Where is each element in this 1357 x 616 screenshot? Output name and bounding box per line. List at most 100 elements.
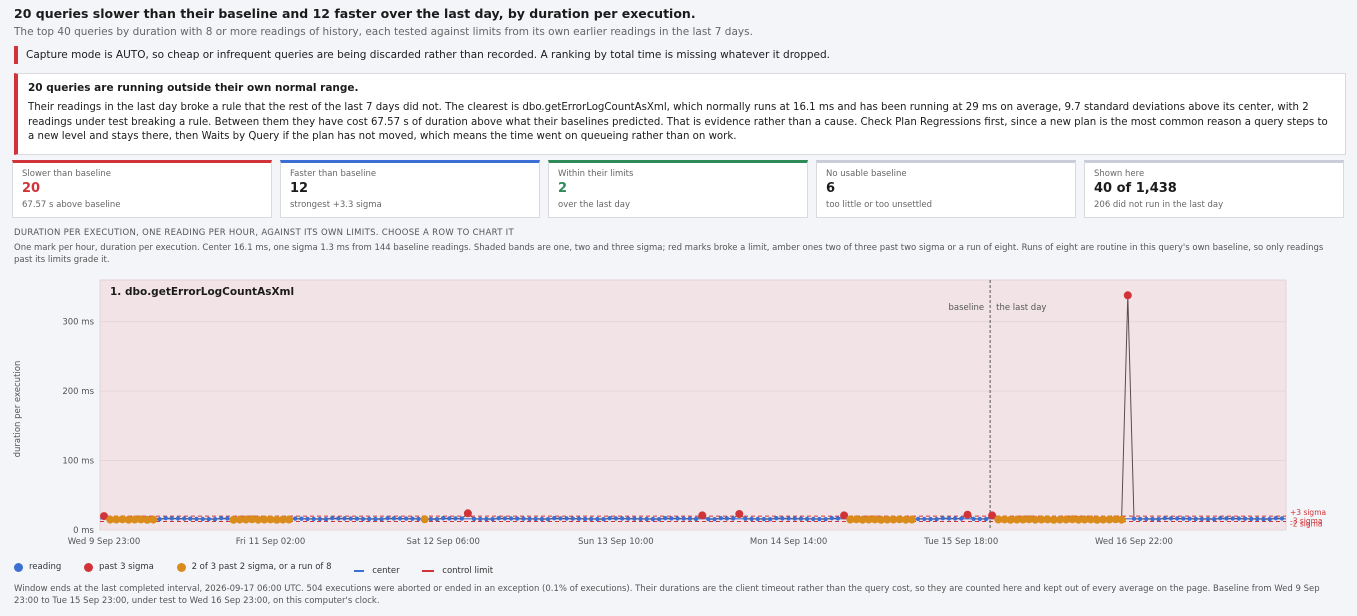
card-value: 12 bbox=[290, 181, 309, 196]
reading-point bbox=[502, 516, 508, 521]
reading-point bbox=[410, 516, 415, 521]
reading-point bbox=[626, 516, 631, 521]
legend-label: reading bbox=[29, 562, 62, 572]
reading-point bbox=[601, 517, 606, 522]
run-point bbox=[149, 515, 158, 524]
reading-point bbox=[570, 516, 575, 521]
card-value: 40 of 1,438 bbox=[1094, 181, 1177, 196]
reading-point bbox=[157, 517, 162, 522]
legend-past3: past 3 sigma bbox=[84, 562, 154, 572]
card-no-baseline[interactable]: No usable baseline 6 too little or too u… bbox=[816, 160, 1076, 218]
reading-point bbox=[718, 516, 723, 521]
reading-point bbox=[367, 516, 372, 522]
x-axis-ticks: Wed 9 Sep 23:00 Fri 11 Sep 02:00 Sat 12 Se… bbox=[68, 537, 1173, 547]
y-tick-label: 300 ms bbox=[62, 318, 94, 328]
card-label: Within their limits bbox=[558, 169, 634, 179]
x-tick-label: Mon 14 Sep 14:00 bbox=[750, 537, 827, 547]
card-within[interactable]: Within their limits 2 over the last day bbox=[548, 160, 808, 218]
reading-point bbox=[175, 516, 181, 521]
reading-point bbox=[552, 516, 557, 521]
card-sub: 206 did not run in the last day bbox=[1094, 200, 1224, 210]
alert-body: Their readings in the last day broke a r… bbox=[28, 102, 1328, 142]
reading-point bbox=[484, 516, 489, 522]
reading-point bbox=[194, 516, 199, 522]
reading-point bbox=[928, 516, 933, 522]
reading-point bbox=[182, 516, 187, 521]
reading-point bbox=[169, 516, 174, 521]
reading-point bbox=[1273, 516, 1279, 521]
card-sub: strongest +3.3 sigma bbox=[290, 200, 382, 210]
y-axis-ticks: 0 ms 100 ms 200 ms 300 ms bbox=[62, 318, 94, 536]
reading-point bbox=[749, 516, 754, 522]
reading-point bbox=[385, 516, 390, 521]
reading-point bbox=[441, 516, 446, 521]
reading-point bbox=[305, 516, 310, 522]
reading-point bbox=[940, 516, 945, 521]
reading-point bbox=[1205, 516, 1211, 522]
card-shown[interactable]: Shown here 40 of 1,438 206 did not run i… bbox=[1084, 160, 1344, 218]
test-label: the last day bbox=[996, 303, 1046, 313]
card-label: Slower than baseline bbox=[22, 169, 111, 179]
reading-point bbox=[323, 517, 329, 522]
card-slower[interactable]: Slower than baseline 20 67.57 s above ba… bbox=[12, 160, 272, 218]
reading-point bbox=[576, 516, 582, 521]
footer-note: Window ends at the last completed interv… bbox=[14, 584, 1320, 606]
reading-point bbox=[730, 516, 736, 521]
reading-point bbox=[1156, 517, 1161, 522]
x-tick-label: Sat 12 Sep 06:00 bbox=[407, 537, 480, 547]
reading-point bbox=[348, 516, 353, 521]
reading-point bbox=[515, 516, 520, 521]
reading-point bbox=[959, 516, 964, 521]
reading-point bbox=[416, 516, 421, 522]
chart-legend: reading past 3 sigma 2 of 3 past 2 sigma… bbox=[14, 562, 513, 576]
limit-dash-icon bbox=[422, 569, 435, 572]
reading-point bbox=[490, 517, 495, 522]
reading-point bbox=[786, 516, 791, 521]
reading-point bbox=[761, 516, 767, 522]
page-subtitle: The top 40 queries by duration with 8 or… bbox=[14, 26, 753, 38]
reading-point bbox=[743, 516, 748, 521]
reading-point bbox=[317, 516, 323, 522]
reading-point bbox=[188, 516, 193, 521]
reading-point bbox=[829, 516, 834, 521]
reading-point bbox=[508, 516, 514, 521]
reading-point bbox=[354, 516, 360, 521]
x-tick-label: Tue 15 Sep 18:00 bbox=[923, 537, 998, 547]
reading-point bbox=[219, 516, 224, 521]
reading-point bbox=[1131, 516, 1137, 521]
reading-point bbox=[767, 517, 773, 522]
reading-point bbox=[459, 516, 464, 521]
duration-control-chart[interactable]: 0 ms 100 ms 200 ms 300 ms Wed 9 Sep 23:00 Fr… bbox=[0, 272, 1357, 557]
card-value: 6 bbox=[826, 181, 836, 196]
reading-point bbox=[225, 516, 230, 521]
reading-point bbox=[952, 516, 958, 521]
reading-point bbox=[1168, 516, 1174, 521]
reading-point bbox=[533, 516, 538, 522]
reading-point bbox=[299, 516, 304, 521]
reading-point bbox=[471, 516, 477, 522]
reading-point bbox=[1162, 516, 1168, 521]
card-sub: 67.57 s above baseline bbox=[22, 200, 121, 210]
card-faster[interactable]: Faster than baseline 12 strongest +3.3 s… bbox=[280, 160, 540, 218]
reading-point bbox=[428, 516, 434, 522]
chart-title: 1. dbo.getErrorLogCountAsXml bbox=[110, 286, 294, 298]
past3-point bbox=[963, 510, 972, 519]
reading-point bbox=[1137, 516, 1143, 522]
reading-point bbox=[342, 516, 347, 521]
reading-point bbox=[619, 516, 625, 521]
reading-point bbox=[453, 516, 458, 521]
reading-point bbox=[527, 516, 532, 522]
reading-point bbox=[613, 516, 619, 521]
legend-label: past 3 sigma bbox=[99, 562, 154, 572]
reading-point bbox=[397, 516, 403, 521]
legend-label: center bbox=[372, 565, 400, 576]
reading-point bbox=[983, 516, 989, 522]
reading-point bbox=[558, 516, 563, 521]
reading-point bbox=[1255, 516, 1260, 522]
reading-point bbox=[379, 517, 384, 522]
x-tick-label: Sun 13 Sep 10:00 bbox=[578, 537, 654, 547]
card-sub: over the last day bbox=[558, 200, 630, 210]
reading-point bbox=[545, 517, 551, 522]
run-point bbox=[420, 515, 429, 524]
card-label: Shown here bbox=[1094, 169, 1145, 179]
